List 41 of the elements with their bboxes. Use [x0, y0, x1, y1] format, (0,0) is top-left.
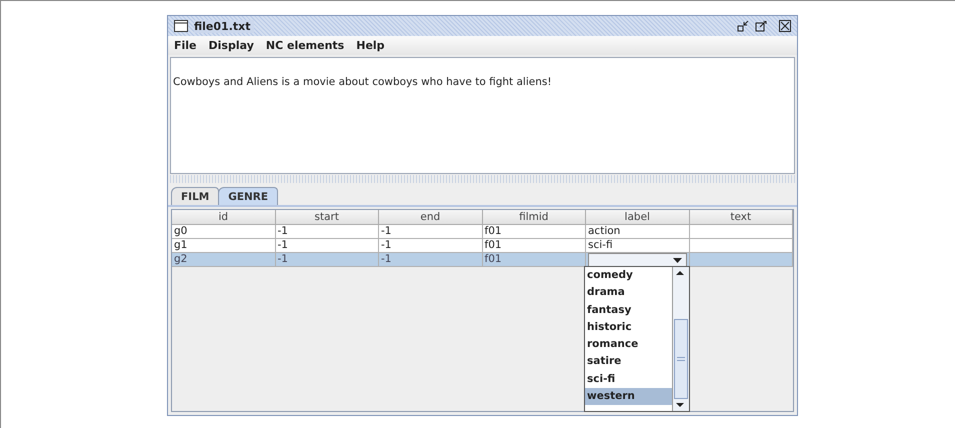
table-cell[interactable]: g2 — [172, 253, 276, 267]
table-cell[interactable]: f01 — [482, 225, 586, 239]
maximize-icon[interactable] — [755, 20, 767, 32]
column-header[interactable]: end — [379, 210, 482, 225]
table-cell[interactable]: f01 — [482, 239, 586, 253]
column-header[interactable]: text — [690, 210, 793, 225]
tab[interactable]: GENRE — [218, 187, 278, 205]
column-header[interactable]: label — [586, 210, 690, 225]
table-cell[interactable]: -1 — [276, 253, 379, 267]
table-cell[interactable] — [690, 253, 793, 267]
table-cell[interactable] — [690, 239, 793, 253]
tab[interactable]: FILM — [171, 187, 220, 205]
menu-item[interactable]: NC elements — [266, 39, 344, 52]
menu-item[interactable]: Display — [208, 39, 254, 52]
grip-icon — [677, 357, 685, 361]
table-cell[interactable]: sci-fi — [586, 239, 690, 253]
menu-item[interactable]: Help — [356, 39, 385, 52]
minimize-icon[interactable] — [737, 20, 749, 32]
caret-icon — [672, 258, 682, 262]
table-cell[interactable]: -1 — [276, 239, 379, 253]
menu-item[interactable]: File — [174, 39, 197, 52]
splitter-handle[interactable] — [170, 175, 795, 183]
table-cell[interactable]: -1 — [379, 253, 482, 267]
table-cell[interactable]: -1 — [379, 225, 482, 239]
window-icon — [174, 20, 188, 32]
table-cell[interactable] — [690, 225, 793, 239]
column-header[interactable]: filmid — [482, 210, 586, 225]
text-area[interactable]: Cowboys and Aliens is a movie about cowboys who have to fight aliens! — [170, 57, 795, 174]
scroll-thumb[interactable] — [674, 319, 688, 399]
table-cell[interactable]: action — [586, 225, 690, 239]
scrollbar[interactable] — [672, 267, 689, 411]
table-cell[interactable]: -1 — [379, 239, 482, 253]
table-cell[interactable]: g1 — [172, 239, 276, 253]
window-title: file01.txt — [194, 20, 254, 32]
column-header[interactable]: id — [172, 210, 276, 225]
dropdown-option[interactable]: western — [585, 388, 672, 406]
column-header[interactable]: start — [276, 210, 379, 225]
table-cell[interactable]: -1 — [276, 225, 379, 239]
table-cell[interactable]: f01 — [482, 253, 586, 267]
close-icon[interactable] — [779, 20, 791, 32]
table-cell[interactable]: g0 — [172, 225, 276, 239]
